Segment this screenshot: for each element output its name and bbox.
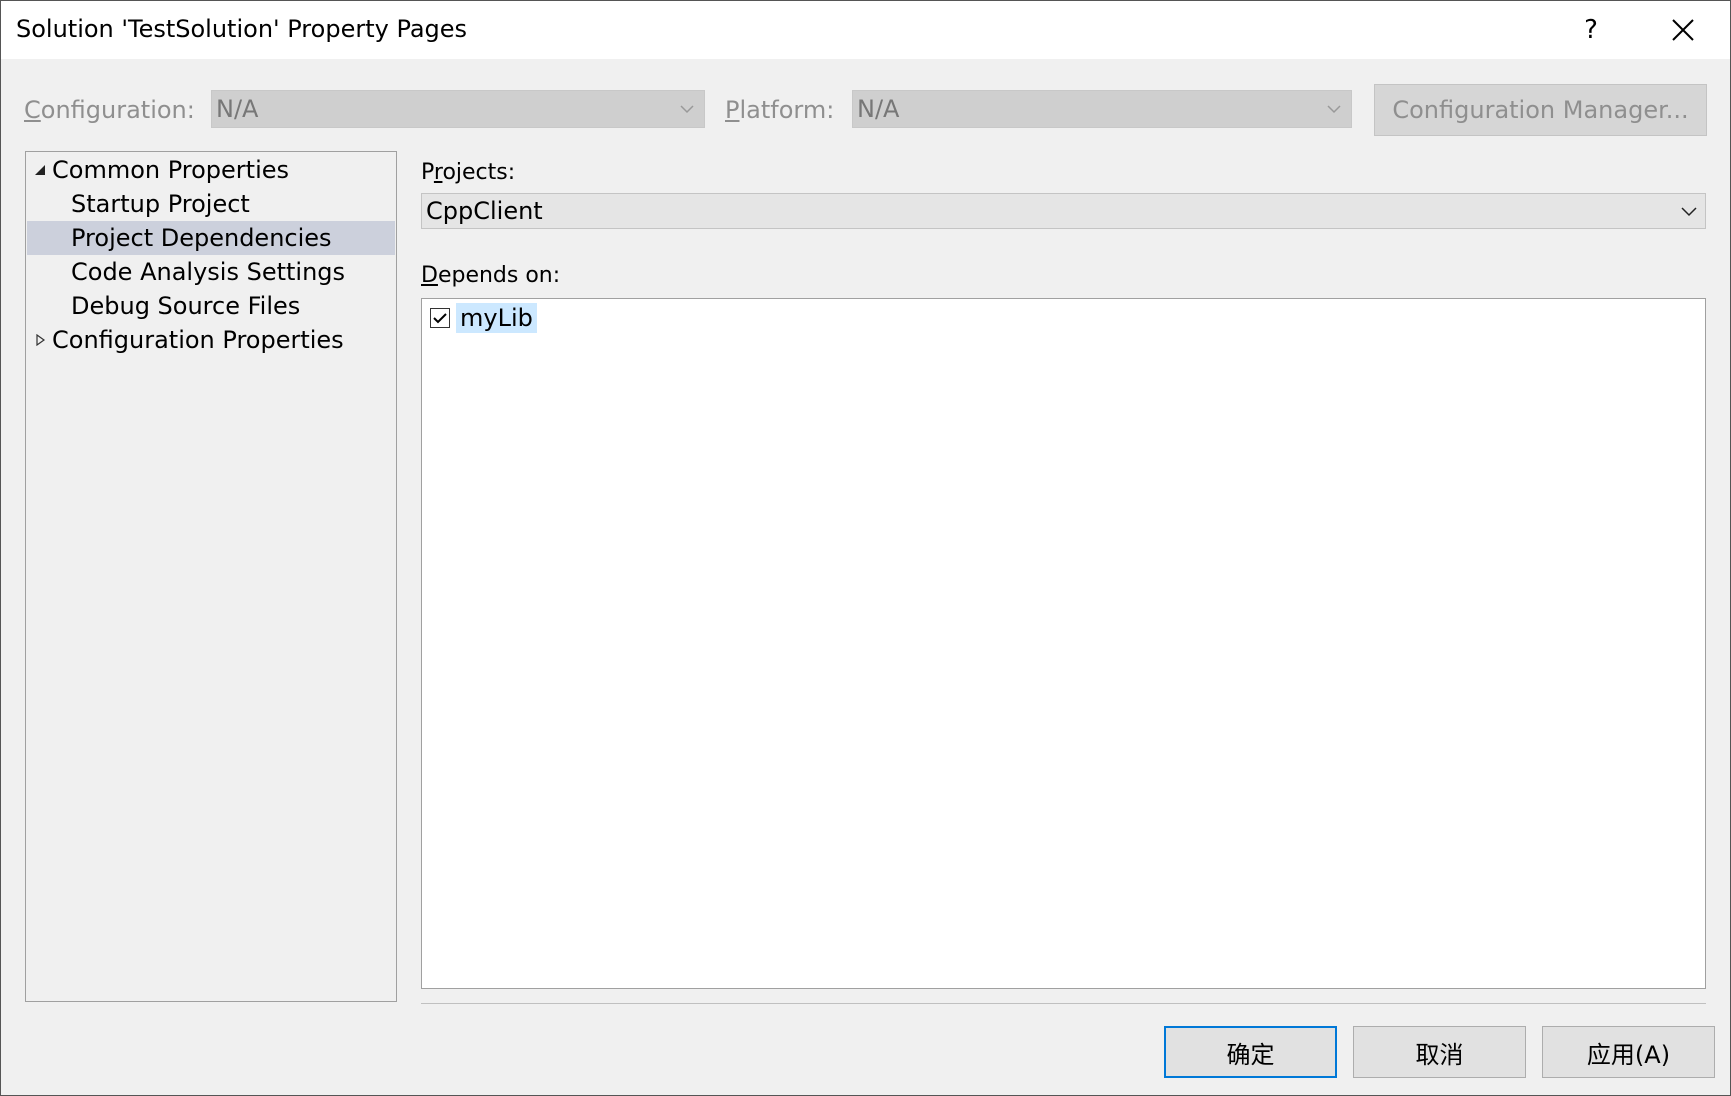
checkmark-icon — [433, 313, 447, 324]
projects-combo[interactable]: CppClient — [421, 193, 1706, 229]
configuration-combo[interactable]: N/A — [211, 90, 705, 128]
help-icon: ? — [1584, 15, 1598, 45]
depends-on-label: Depends on: — [421, 263, 561, 288]
mylib-checkbox[interactable] — [430, 308, 450, 328]
chevron-down-icon — [680, 105, 694, 114]
separator — [421, 1003, 1706, 1004]
cancel-label: 取消 — [1415, 1040, 1464, 1069]
chevron-down-icon — [1681, 207, 1697, 217]
apply-button[interactable]: 应用(A) — [1542, 1026, 1715, 1078]
projects-value: CppClient — [426, 197, 543, 225]
property-pages-dialog: Solution 'TestSolution' Property Pages ?… — [0, 0, 1731, 1096]
property-tree: Common Properties Startup Project Projec… — [25, 151, 397, 1002]
ok-label: 确定 — [1226, 1040, 1275, 1069]
tree-item-label: Common Properties — [52, 156, 290, 184]
cancel-button[interactable]: 取消 — [1353, 1026, 1526, 1078]
tree-item-project-dependencies[interactable]: Project Dependencies — [27, 221, 395, 255]
help-button[interactable]: ? — [1546, 1, 1636, 59]
expanded-arrow-icon — [35, 165, 45, 175]
platform-combo[interactable]: N/A — [852, 90, 1352, 128]
tree-item-configuration-properties[interactable]: Configuration Properties — [27, 323, 395, 357]
close-button[interactable] — [1638, 1, 1728, 59]
tree-item-debug-source-files[interactable]: Debug Source Files — [27, 289, 395, 323]
tree-item-label: Project Dependencies — [71, 224, 332, 252]
tree-item-label: Code Analysis Settings — [71, 258, 346, 286]
collapsed-arrow-icon — [36, 334, 46, 346]
platform-value: N/A — [857, 95, 900, 123]
tree-item-common-properties[interactable]: Common Properties — [27, 153, 395, 187]
configuration-manager-button[interactable]: Configuration Manager... — [1374, 84, 1707, 136]
tree-item-code-analysis-settings[interactable]: Code Analysis Settings — [27, 255, 395, 289]
chevron-down-icon — [1327, 105, 1341, 114]
ok-button[interactable]: 确定 — [1164, 1026, 1337, 1078]
tree-item-startup-project[interactable]: Startup Project — [27, 187, 395, 221]
tree-item-label: Startup Project — [71, 190, 250, 218]
close-icon — [1672, 19, 1694, 41]
title-bar: Solution 'TestSolution' Property Pages ? — [1, 1, 1730, 59]
configuration-manager-label: Configuration Manager... — [1392, 96, 1689, 124]
apply-label: 应用(A) — [1586, 1040, 1671, 1069]
tree-item-label: Configuration Properties — [52, 326, 344, 354]
configuration-value: N/A — [216, 95, 259, 123]
window-title: Solution 'TestSolution' Property Pages — [16, 15, 468, 43]
platform-label: Platform: — [725, 96, 835, 124]
configuration-label: Configuration: — [24, 96, 195, 124]
projects-label: Projects: — [421, 160, 516, 185]
list-item-label: myLib — [456, 303, 537, 333]
list-item[interactable]: myLib — [430, 303, 537, 333]
tree-item-label: Debug Source Files — [71, 292, 301, 320]
depends-on-list[interactable]: myLib — [421, 298, 1706, 989]
